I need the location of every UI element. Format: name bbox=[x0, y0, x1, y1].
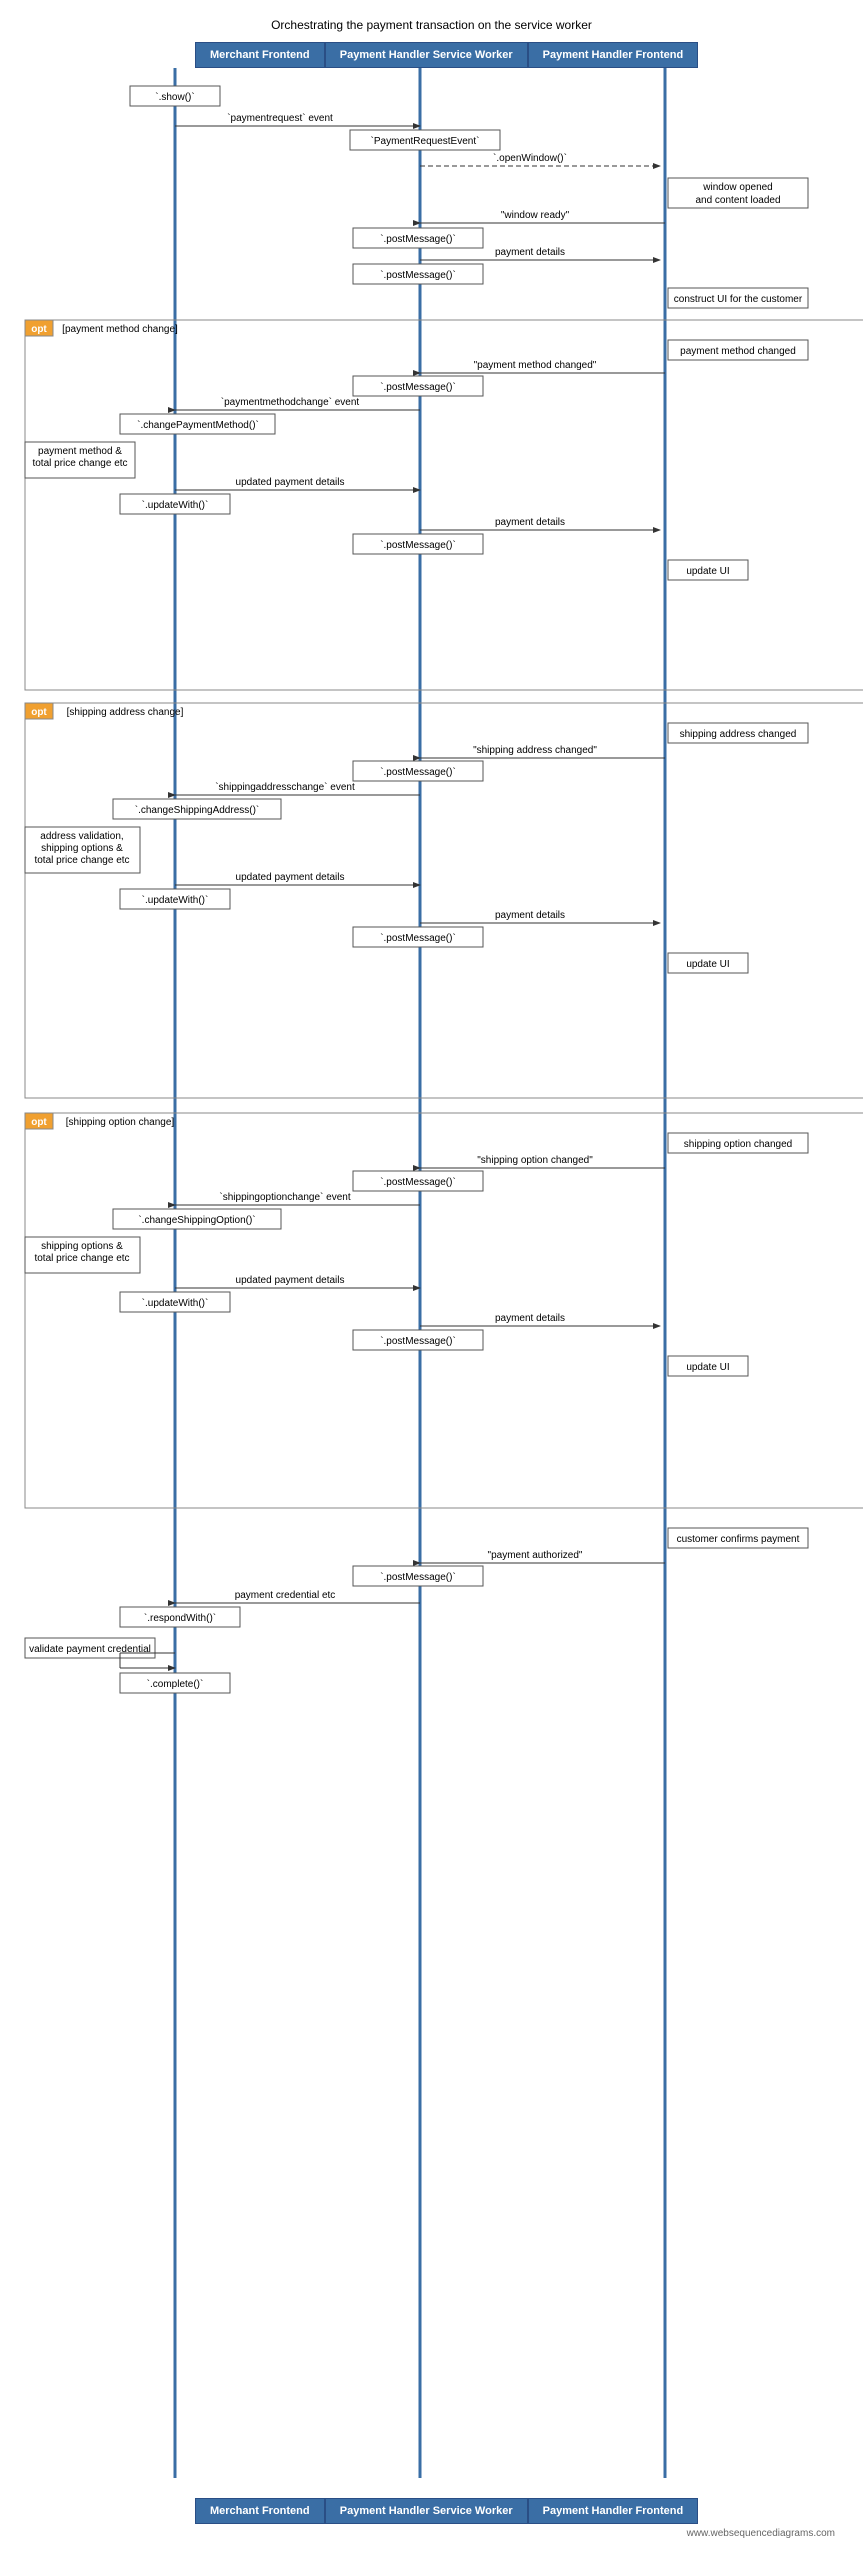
svg-text:`.postMessage()`: `.postMessage()` bbox=[380, 1176, 456, 1188]
svg-text:shipping options &: shipping options & bbox=[41, 1241, 123, 1252]
actor-merchant-header: Merchant Frontend bbox=[195, 42, 325, 68]
svg-text:updated payment details: updated payment details bbox=[236, 872, 345, 883]
svg-text:`.postMessage()`: `.postMessage()` bbox=[380, 766, 456, 778]
svg-text:[shipping address change]: [shipping address change] bbox=[67, 707, 184, 718]
svg-text:update UI: update UI bbox=[686, 959, 729, 970]
actor-merchant-footer: Merchant Frontend bbox=[195, 2498, 325, 2524]
footer-note: www.websequencediagrams.com bbox=[20, 2524, 843, 2543]
actor-handler-footer: Payment Handler Service Worker bbox=[325, 2498, 528, 2524]
svg-text:[payment method change]: [payment method change] bbox=[62, 324, 178, 335]
svg-text:update UI: update UI bbox=[686, 1362, 729, 1373]
actor-frontend-footer: Payment Handler Frontend bbox=[528, 2498, 699, 2524]
actor-frontend-header: Payment Handler Frontend bbox=[528, 42, 699, 68]
svg-text:`.updateWith()`: `.updateWith()` bbox=[142, 1297, 209, 1309]
svg-text:`.openWindow()`: `.openWindow()` bbox=[493, 152, 567, 164]
svg-text:`.changeShippingAddress()`: `.changeShippingAddress()` bbox=[135, 804, 260, 816]
svg-text:shipping options &: shipping options & bbox=[41, 843, 123, 854]
actors-header: Merchant Frontend Payment Handler Servic… bbox=[20, 42, 843, 68]
svg-text:`shippingaddresschange` event: `shippingaddresschange` event bbox=[215, 781, 355, 793]
svg-text:construct UI for the customer: construct UI for the customer bbox=[674, 294, 803, 305]
svg-text:update UI: update UI bbox=[686, 566, 729, 577]
svg-text:opt: opt bbox=[31, 324, 47, 335]
svg-text:shipping option changed: shipping option changed bbox=[684, 1139, 792, 1150]
actor-handler-header: Payment Handler Service Worker bbox=[325, 42, 528, 68]
svg-text:payment details: payment details bbox=[495, 517, 565, 528]
svg-text:total price change etc: total price change etc bbox=[34, 855, 129, 866]
svg-text:total price change etc: total price change etc bbox=[32, 458, 127, 469]
svg-text:payment details: payment details bbox=[495, 247, 565, 258]
svg-text:`shippingoptionchange` event: `shippingoptionchange` event bbox=[219, 1191, 350, 1203]
svg-text:shipping address changed: shipping address changed bbox=[680, 729, 797, 740]
svg-text:payment details: payment details bbox=[495, 910, 565, 921]
diagram-container: Orchestrating the payment transaction on… bbox=[0, 0, 863, 2553]
svg-text:payment details: payment details bbox=[495, 1313, 565, 1324]
svg-text:`.complete()`: `.complete()` bbox=[147, 1678, 204, 1690]
svg-text:`.respondWith()`: `.respondWith()` bbox=[144, 1612, 216, 1624]
svg-text:and content loaded: and content loaded bbox=[695, 195, 780, 206]
svg-text:updated payment details: updated payment details bbox=[236, 1275, 345, 1286]
svg-text:window opened: window opened bbox=[702, 182, 773, 193]
svg-text:address validation,: address validation, bbox=[40, 831, 123, 842]
svg-text:`.postMessage()`: `.postMessage()` bbox=[380, 932, 456, 944]
svg-text:`paymentmethodchange` event: `paymentmethodchange` event bbox=[221, 396, 360, 408]
svg-text:`.postMessage()`: `.postMessage()` bbox=[380, 269, 456, 281]
svg-text:payment method &: payment method & bbox=[38, 446, 122, 457]
svg-text:`.changePaymentMethod()`: `.changePaymentMethod()` bbox=[137, 419, 259, 431]
diagram-title: Orchestrating the payment transaction on… bbox=[20, 10, 843, 32]
svg-text:total price change etc: total price change etc bbox=[34, 1253, 129, 1264]
svg-text:`.changeShippingOption()`: `.changeShippingOption()` bbox=[138, 1214, 255, 1226]
actors-footer: Merchant Frontend Payment Handler Servic… bbox=[20, 2498, 843, 2524]
svg-text:`.updateWith()`: `.updateWith()` bbox=[142, 894, 209, 906]
svg-text:`paymentrequest` event: `paymentrequest` event bbox=[227, 112, 333, 124]
svg-text:payment credential etc: payment credential etc bbox=[235, 1590, 336, 1601]
svg-text:`​.show()`: `​.show()` bbox=[155, 91, 194, 103]
svg-text:"payment authorized": "payment authorized" bbox=[488, 1550, 583, 1561]
svg-text:`.updateWith()`: `.updateWith()` bbox=[142, 499, 209, 511]
svg-text:`.postMessage()`: `.postMessage()` bbox=[380, 233, 456, 245]
svg-text:updated payment details: updated payment details bbox=[236, 477, 345, 488]
svg-text:customer confirms payment: customer confirms payment bbox=[677, 1534, 800, 1545]
svg-text:"window ready": "window ready" bbox=[501, 210, 570, 221]
svg-text:"payment method changed": "payment method changed" bbox=[474, 360, 597, 371]
svg-text:opt: opt bbox=[31, 707, 47, 718]
svg-text:payment method changed: payment method changed bbox=[680, 346, 796, 357]
sequence-diagram-svg: `​.show()` `paymentrequest` event `Payme… bbox=[20, 68, 863, 2498]
svg-text:"shipping option changed": "shipping option changed" bbox=[477, 1155, 593, 1166]
svg-text:`.postMessage()`: `.postMessage()` bbox=[380, 381, 456, 393]
svg-text:`.postMessage()`: `.postMessage()` bbox=[380, 1335, 456, 1347]
svg-text:[shipping option change]: [shipping option change] bbox=[66, 1117, 175, 1128]
svg-text:`PaymentRequestEvent`: `PaymentRequestEvent` bbox=[371, 135, 480, 147]
svg-text:`.postMessage()`: `.postMessage()` bbox=[380, 539, 456, 551]
svg-text:opt: opt bbox=[31, 1117, 47, 1128]
svg-text:"shipping address changed": "shipping address changed" bbox=[473, 745, 597, 756]
svg-text:`.postMessage()`: `.postMessage()` bbox=[380, 1571, 456, 1583]
